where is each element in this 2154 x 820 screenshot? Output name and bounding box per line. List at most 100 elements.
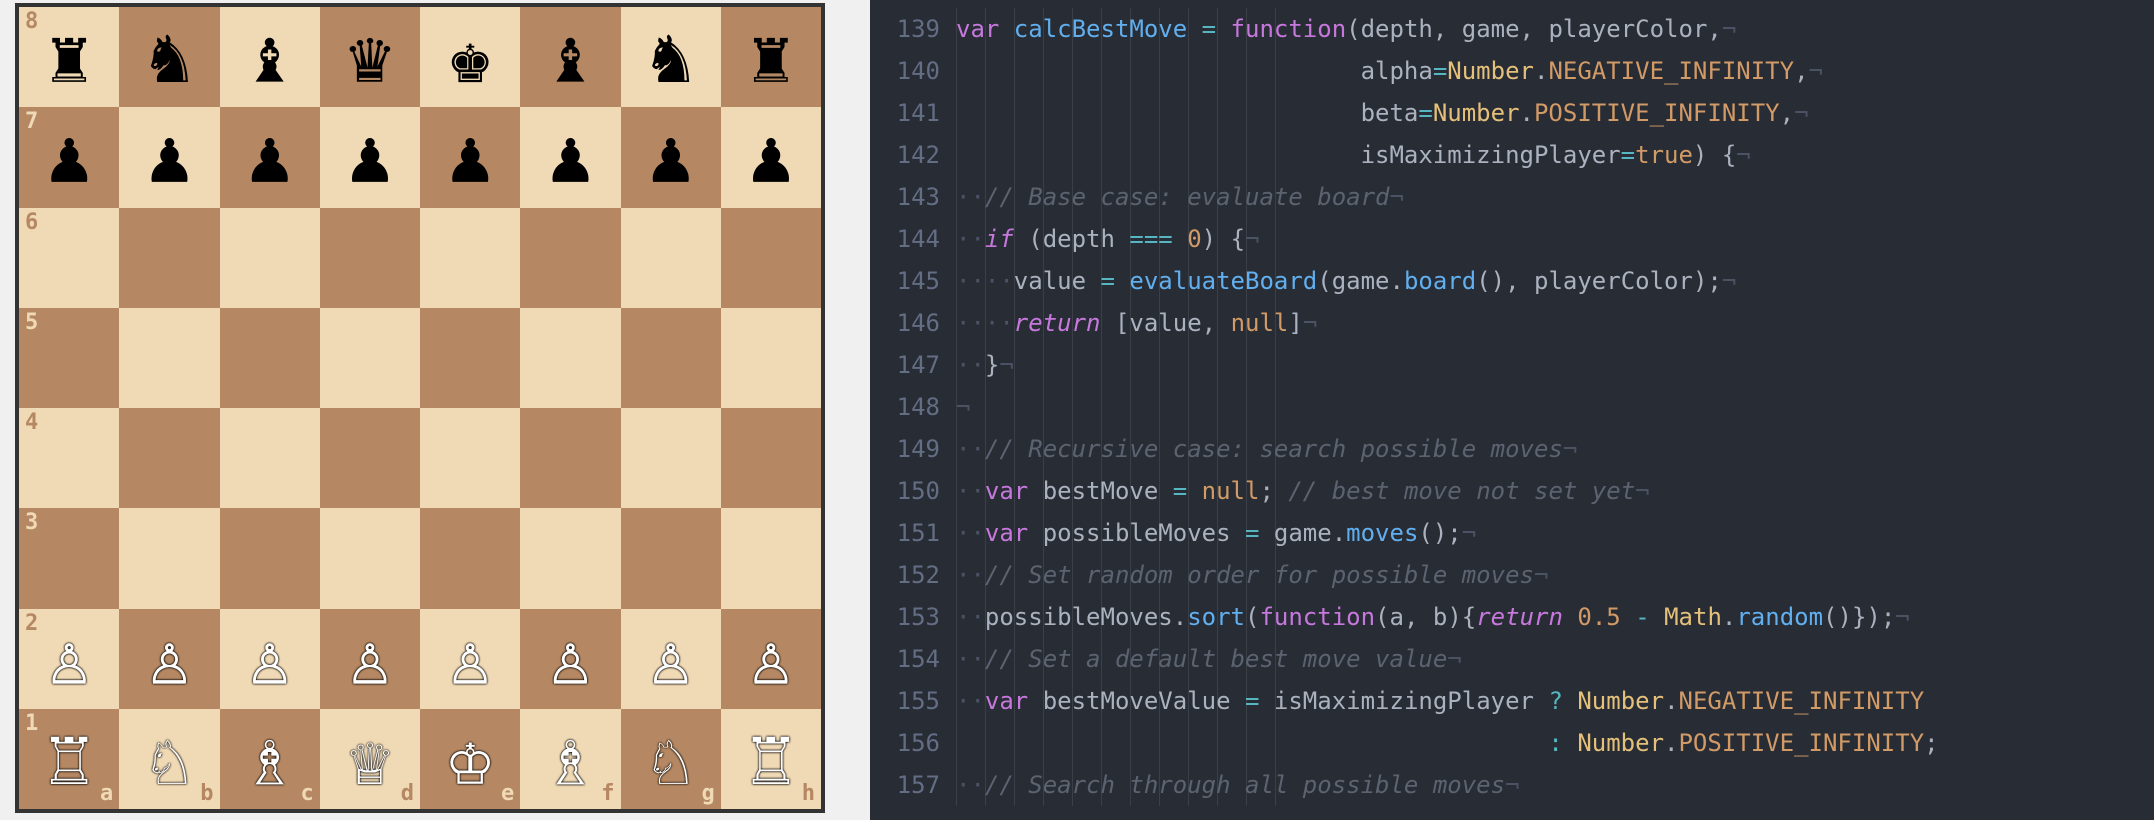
square-h1[interactable]: h♖ bbox=[721, 709, 821, 809]
code-line-148[interactable]: ¬ bbox=[956, 386, 2154, 428]
square-b4[interactable] bbox=[119, 408, 219, 508]
square-a1[interactable]: 1a♖ bbox=[19, 709, 119, 809]
code-line-147[interactable]: ··}¬ bbox=[956, 344, 2154, 386]
square-g6[interactable] bbox=[621, 208, 721, 308]
square-b2[interactable]: ♙ bbox=[119, 609, 219, 709]
square-c5[interactable] bbox=[220, 308, 320, 408]
piece-bp[interactable]: ♟ bbox=[648, 120, 693, 194]
square-f7[interactable]: ♟ bbox=[520, 107, 620, 207]
square-e7[interactable]: ♟ bbox=[420, 107, 520, 207]
square-f8[interactable]: ♝ bbox=[520, 7, 620, 107]
square-d7[interactable]: ♟ bbox=[320, 107, 420, 207]
piece-bb[interactable]: ♝ bbox=[548, 20, 593, 94]
square-c1[interactable]: c♗ bbox=[220, 709, 320, 809]
square-c3[interactable] bbox=[220, 508, 320, 608]
piece-bb[interactable]: ♝ bbox=[247, 20, 292, 94]
code-line-143[interactable]: ··// Base case: evaluate board¬ bbox=[956, 176, 2154, 218]
square-d2[interactable]: ♙ bbox=[320, 609, 420, 709]
piece-wn[interactable]: ♘ bbox=[147, 722, 192, 796]
square-f2[interactable]: ♙ bbox=[520, 609, 620, 709]
code-line-142[interactable]: isMaximizingPlayer=true) {¬ bbox=[956, 134, 2154, 176]
piece-bn[interactable]: ♞ bbox=[648, 20, 693, 94]
piece-wp[interactable]: ♙ bbox=[348, 622, 393, 696]
code-line-152[interactable]: ··// Set random order for possible moves… bbox=[956, 554, 2154, 596]
piece-wp[interactable]: ♙ bbox=[548, 622, 593, 696]
square-a6[interactable]: 6 bbox=[19, 208, 119, 308]
square-f1[interactable]: f♗ bbox=[520, 709, 620, 809]
piece-wp[interactable]: ♙ bbox=[448, 622, 493, 696]
square-h4[interactable] bbox=[721, 408, 821, 508]
piece-bk[interactable]: ♚ bbox=[448, 20, 493, 94]
piece-bp[interactable]: ♟ bbox=[448, 120, 493, 194]
code-line-145[interactable]: ····value = evaluateBoard(game.board(), … bbox=[956, 260, 2154, 302]
code-line-149[interactable]: ··// Recursive case: search possible mov… bbox=[956, 428, 2154, 470]
square-h2[interactable]: ♙ bbox=[721, 609, 821, 709]
code-area[interactable]: var calcBestMove = function(depth, game,… bbox=[956, 0, 2154, 820]
piece-wp[interactable]: ♙ bbox=[749, 622, 794, 696]
square-c7[interactable]: ♟ bbox=[220, 107, 320, 207]
code-line-140[interactable]: alpha=Number.NEGATIVE_INFINITY,¬ bbox=[956, 50, 2154, 92]
square-b5[interactable] bbox=[119, 308, 219, 408]
square-g8[interactable]: ♞ bbox=[621, 7, 721, 107]
square-g1[interactable]: g♘ bbox=[621, 709, 721, 809]
square-b1[interactable]: b♘ bbox=[119, 709, 219, 809]
square-a2[interactable]: 2♙ bbox=[19, 609, 119, 709]
square-d3[interactable] bbox=[320, 508, 420, 608]
square-b7[interactable]: ♟ bbox=[119, 107, 219, 207]
square-d6[interactable] bbox=[320, 208, 420, 308]
square-e8[interactable]: ♚ bbox=[420, 7, 520, 107]
square-f3[interactable] bbox=[520, 508, 620, 608]
piece-bp[interactable]: ♟ bbox=[47, 120, 92, 194]
square-b8[interactable]: ♞ bbox=[119, 7, 219, 107]
piece-bn[interactable]: ♞ bbox=[147, 20, 192, 94]
square-f5[interactable] bbox=[520, 308, 620, 408]
code-line-151[interactable]: ··var possibleMoves = game.moves();¬ bbox=[956, 512, 2154, 554]
piece-bp[interactable]: ♟ bbox=[548, 120, 593, 194]
square-d8[interactable]: ♛ bbox=[320, 7, 420, 107]
code-editor[interactable]: 1391401411421431441451461471481491501511… bbox=[870, 0, 2154, 820]
square-e5[interactable] bbox=[420, 308, 520, 408]
code-line-150[interactable]: ··var bestMove = null; // best move not … bbox=[956, 470, 2154, 512]
piece-bp[interactable]: ♟ bbox=[749, 120, 794, 194]
square-h7[interactable]: ♟ bbox=[721, 107, 821, 207]
piece-wr[interactable]: ♖ bbox=[749, 722, 794, 796]
square-a8[interactable]: 8♜ bbox=[19, 7, 119, 107]
square-h8[interactable]: ♜ bbox=[721, 7, 821, 107]
piece-wq[interactable]: ♕ bbox=[348, 722, 393, 796]
square-a7[interactable]: 7♟ bbox=[19, 107, 119, 207]
piece-br[interactable]: ♜ bbox=[47, 20, 92, 94]
code-line-139[interactable]: var calcBestMove = function(depth, game,… bbox=[956, 8, 2154, 50]
code-line-146[interactable]: ····return [value, null]¬ bbox=[956, 302, 2154, 344]
square-e3[interactable] bbox=[420, 508, 520, 608]
square-d5[interactable] bbox=[320, 308, 420, 408]
piece-wp[interactable]: ♙ bbox=[247, 622, 292, 696]
square-e6[interactable] bbox=[420, 208, 520, 308]
piece-br[interactable]: ♜ bbox=[749, 20, 794, 94]
piece-bp[interactable]: ♟ bbox=[247, 120, 292, 194]
square-g3[interactable] bbox=[621, 508, 721, 608]
square-g4[interactable] bbox=[621, 408, 721, 508]
square-b3[interactable] bbox=[119, 508, 219, 608]
chess-board[interactable]: 8♜♞♝♛♚♝♞♜7♟♟♟♟♟♟♟♟65432♙♙♙♙♙♙♙♙1a♖b♘c♗d♕… bbox=[15, 3, 825, 813]
code-line-153[interactable]: ··possibleMoves.sort(function(a, b){retu… bbox=[956, 596, 2154, 638]
square-g7[interactable]: ♟ bbox=[621, 107, 721, 207]
square-f6[interactable] bbox=[520, 208, 620, 308]
square-c4[interactable] bbox=[220, 408, 320, 508]
square-e4[interactable] bbox=[420, 408, 520, 508]
piece-wp[interactable]: ♙ bbox=[648, 622, 693, 696]
piece-bp[interactable]: ♟ bbox=[147, 120, 192, 194]
square-c6[interactable] bbox=[220, 208, 320, 308]
square-c8[interactable]: ♝ bbox=[220, 7, 320, 107]
square-a5[interactable]: 5 bbox=[19, 308, 119, 408]
square-a4[interactable]: 4 bbox=[19, 408, 119, 508]
square-e2[interactable]: ♙ bbox=[420, 609, 520, 709]
code-line-155[interactable]: ··var bestMoveValue = isMaximizingPlayer… bbox=[956, 680, 2154, 722]
piece-wp[interactable]: ♙ bbox=[47, 622, 92, 696]
square-h3[interactable] bbox=[721, 508, 821, 608]
piece-wn[interactable]: ♘ bbox=[648, 722, 693, 796]
piece-wp[interactable]: ♙ bbox=[147, 622, 192, 696]
square-f4[interactable] bbox=[520, 408, 620, 508]
square-h6[interactable] bbox=[721, 208, 821, 308]
piece-wk[interactable]: ♔ bbox=[448, 722, 493, 796]
piece-wb[interactable]: ♗ bbox=[247, 722, 292, 796]
